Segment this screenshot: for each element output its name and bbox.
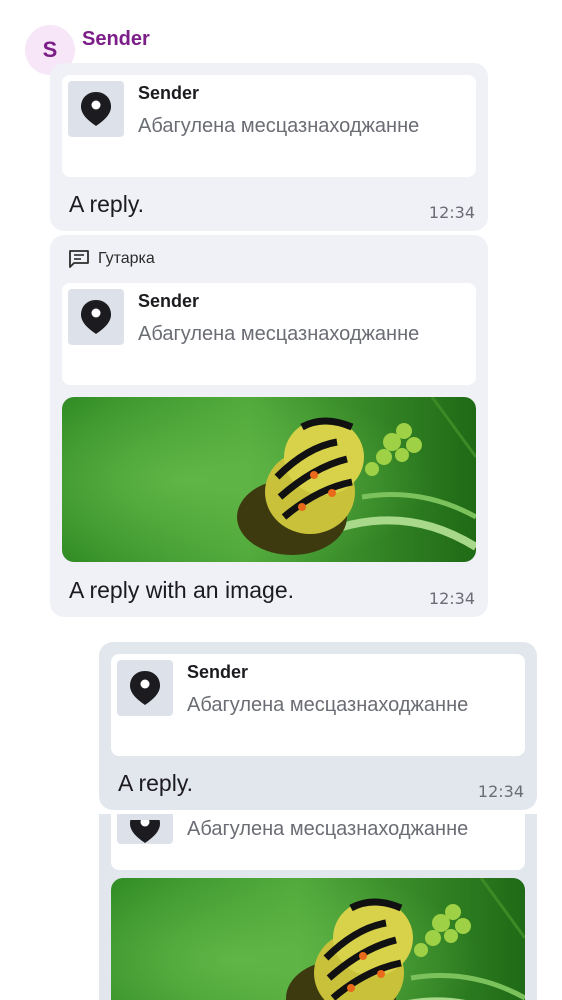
location-thumbnail [68, 81, 124, 137]
quote-sender: Sender [187, 662, 249, 682]
location-pin-icon [81, 92, 111, 126]
quote-text: Абагулена месцазнаходжанне [187, 818, 469, 840]
timestamp: 12:34 [428, 589, 475, 608]
message-bubble[interactable]: Sender Абагулена месцазнаходжанне A repl… [99, 642, 537, 810]
quote-text: Абагулена месцазнаходжанне [187, 694, 469, 716]
message-bubble[interactable]: Абагулена месцазнаходжанне [99, 814, 537, 1000]
timestamp: 12:34 [428, 203, 475, 222]
location-pin-icon [130, 671, 160, 705]
image-attachment[interactable] [111, 878, 525, 1000]
quote-sender: Sender [138, 83, 200, 103]
quote-text: Абагулена месцазнаходжанне [138, 323, 420, 345]
image-attachment[interactable] [62, 397, 476, 562]
quote-sender: Sender [138, 291, 200, 311]
sender-name[interactable]: Sender [82, 28, 150, 51]
message-bubble[interactable]: Sender Абагулена месцазнаходжанне A repl… [50, 63, 488, 231]
timestamp: 12:34 [477, 782, 524, 801]
location-pin-icon [130, 820, 160, 843]
reply-quote[interactable]: Абагулена месцазнаходжанне [111, 814, 525, 870]
location-thumbnail [117, 660, 173, 716]
reply-quote[interactable]: Sender Абагулена месцазнаходжанне [111, 654, 525, 756]
avatar-letter: S [42, 37, 58, 62]
location-thumbnail [68, 289, 124, 345]
reply-quote[interactable]: Sender Абагулена месцазнаходжанне [62, 75, 476, 177]
quote-text: Абагулена месцазнаходжанне [138, 115, 420, 137]
thread-icon [69, 250, 89, 268]
message-text: A reply. [118, 770, 193, 796]
message-bubble[interactable]: Гутарка Sender Абагулена месцазнаходжанн… [50, 235, 488, 617]
caterpillar-image [62, 397, 476, 562]
thread-link[interactable]: Гутарка [68, 249, 155, 269]
message-text: A reply. [69, 191, 144, 217]
location-pin-icon [81, 300, 111, 334]
reply-quote[interactable]: Sender Абагулена месцазнаходжанне [62, 283, 476, 385]
message-text: A reply with an image. [69, 577, 295, 603]
caterpillar-image [111, 878, 525, 1000]
thread-label: Гутарка [98, 250, 155, 267]
location-thumbnail [117, 814, 173, 844]
